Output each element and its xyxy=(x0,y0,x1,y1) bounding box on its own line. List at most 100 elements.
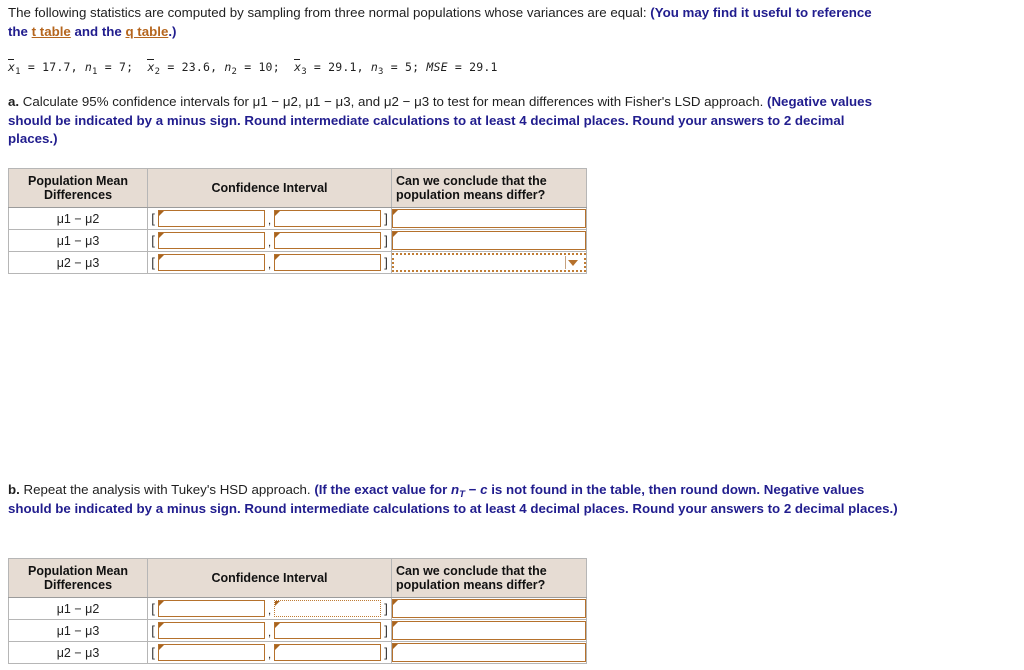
bracket-close: ] xyxy=(384,211,388,226)
header-conclude-line2: population means differ? xyxy=(396,188,546,202)
q-table-link[interactable]: q table xyxy=(125,24,168,39)
part-b-c-symbol: c xyxy=(480,482,488,497)
lower-bound-input[interactable] xyxy=(158,232,265,249)
bracket-open: [ xyxy=(151,255,155,270)
table-row: μ1 − μ3[,] xyxy=(8,229,587,252)
mean-1-subscript: 1 xyxy=(15,66,21,77)
comma-2: , xyxy=(210,60,218,74)
table-b-body: μ1 − μ2[,] μ1 − μ3[,] μ2 − μ3[,] xyxy=(8,597,587,664)
chevron-down-icon[interactable] xyxy=(568,259,578,266)
bracket-open: [ xyxy=(151,211,155,226)
n-3-symbol: n xyxy=(370,60,379,74)
part-a-sep-2: , and xyxy=(350,94,384,109)
upper-bound-input[interactable] xyxy=(274,210,381,227)
mean-2-value: 23.6 xyxy=(181,60,211,74)
upper-bound-input[interactable] xyxy=(274,600,381,617)
comma-separator: , xyxy=(267,625,272,639)
n-2-subscript: 2 xyxy=(231,66,238,77)
lower-bound-input[interactable] xyxy=(158,622,265,639)
header-conclude-line1: Can we conclude that the xyxy=(396,174,547,188)
bracket-open: [ xyxy=(151,233,155,248)
upper-bound-input[interactable] xyxy=(274,644,381,661)
conclusion-cell xyxy=(391,641,587,664)
conclusion-cell xyxy=(391,251,587,274)
header-diff-line1: Population Mean xyxy=(28,174,128,188)
mean-difference-label: μ1 − μ2 xyxy=(8,207,148,230)
lower-bound-input[interactable] xyxy=(158,210,265,227)
comma-separator: , xyxy=(267,257,272,271)
lower-bound-input[interactable] xyxy=(158,644,265,661)
bracket-close: ] xyxy=(384,623,388,638)
conclusion-select[interactable] xyxy=(392,643,586,662)
confidence-interval-cell: [,] xyxy=(147,597,392,620)
confidence-interval-cell: [,] xyxy=(147,229,392,252)
mean-difference-label: μ1 − μ2 xyxy=(8,597,148,620)
part-b-text-1: Repeat the analysis with Tukey's HSD app… xyxy=(19,482,315,497)
conclusion-select[interactable] xyxy=(392,621,586,640)
confidence-interval-cell: [,] xyxy=(147,619,392,642)
comma-1: , xyxy=(70,60,78,74)
upper-bound-input[interactable] xyxy=(274,232,381,249)
comma-separator: , xyxy=(267,235,272,249)
dropdown-separator xyxy=(565,256,566,269)
mse-symbol: MSE xyxy=(426,60,448,74)
upper-bound-input[interactable] xyxy=(274,622,381,639)
mean-1-value: 17.7 xyxy=(42,60,71,74)
comma-separator: , xyxy=(267,647,272,661)
confidence-interval-group: [,] xyxy=(148,620,391,641)
header-confidence-interval: Confidence Interval xyxy=(147,558,392,598)
intro-note-part2: and the xyxy=(70,23,126,39)
mean-difference-label: μ1 − μ3 xyxy=(8,229,148,252)
eq-6: = xyxy=(390,60,398,74)
part-a-pair-1: μ1 − μ2 xyxy=(252,94,298,109)
table-row: μ2 − μ3[,] xyxy=(8,251,587,274)
comma-separator: , xyxy=(267,213,272,227)
bracket-close: ] xyxy=(384,255,388,270)
tukeys-hsd-table: Population Mean Differences Confidence I… xyxy=(8,558,587,664)
part-b-note-1: (If the exact value for xyxy=(314,482,452,497)
lower-bound-input[interactable] xyxy=(158,254,265,271)
part-a-pair-3: μ2 − μ3 xyxy=(383,94,430,109)
conclusion-cell xyxy=(391,619,587,642)
part-b-n-symbol: n xyxy=(451,482,460,497)
header-diff-line2: Differences xyxy=(43,578,113,592)
table-row: μ1 − μ2[,] xyxy=(8,207,587,230)
bracket-close: ] xyxy=(384,645,388,660)
mean-difference-label: μ2 − μ3 xyxy=(8,251,148,274)
confidence-interval-cell: [,] xyxy=(147,251,392,274)
mean-difference-label: μ1 − μ3 xyxy=(8,619,148,642)
comma-3: , xyxy=(356,60,364,74)
part-b-minus: − xyxy=(464,482,481,497)
header-diff-line1: Population Mean xyxy=(28,564,128,578)
conclusion-select[interactable] xyxy=(392,231,586,250)
comma-separator: , xyxy=(267,603,272,617)
confidence-interval-group: [,] xyxy=(148,230,391,251)
table-row: μ2 − μ3[,] xyxy=(8,641,587,664)
lower-bound-input[interactable] xyxy=(158,600,265,617)
table-header-row: Population Mean Differences Confidence I… xyxy=(8,168,587,208)
eq-3: = xyxy=(167,60,175,74)
upper-bound-input[interactable] xyxy=(274,254,381,271)
part-a-text-2: to test for mean differences with Fisher… xyxy=(429,94,764,109)
table-row: μ1 − μ3[,] xyxy=(8,619,587,642)
semicolon-1: ; xyxy=(126,60,134,74)
part-b-prompt: b. Repeat the analysis with Tukey's HSD … xyxy=(8,481,898,518)
t-table-link[interactable]: t table xyxy=(32,24,71,39)
header-population-mean-differences: Population Mean Differences xyxy=(8,168,148,208)
table-a-body: μ1 − μ2[,] μ1 − μ3[,] μ2 − μ3[,] xyxy=(8,207,587,274)
part-a-letter: a. xyxy=(8,94,20,109)
eq-5: = xyxy=(313,60,322,74)
confidence-interval-group: [,] xyxy=(148,598,391,619)
bracket-open: [ xyxy=(151,645,155,660)
confidence-interval-group: [,] xyxy=(148,252,391,273)
conclusion-cell xyxy=(391,229,587,252)
header-can-we-conclude: Can we conclude that the population mean… xyxy=(391,558,587,598)
header-diff-line2: Differences xyxy=(43,188,113,202)
intro-paragraph: The following statistics are computed by… xyxy=(8,4,878,41)
mean-3-subscript: 3 xyxy=(301,66,307,77)
conclusion-select[interactable] xyxy=(392,253,586,272)
conclusion-select[interactable] xyxy=(392,209,586,228)
conclusion-select[interactable] xyxy=(392,599,586,618)
mean-2-subscript: 2 xyxy=(154,66,161,77)
n-1-subscript: 1 xyxy=(91,66,98,77)
